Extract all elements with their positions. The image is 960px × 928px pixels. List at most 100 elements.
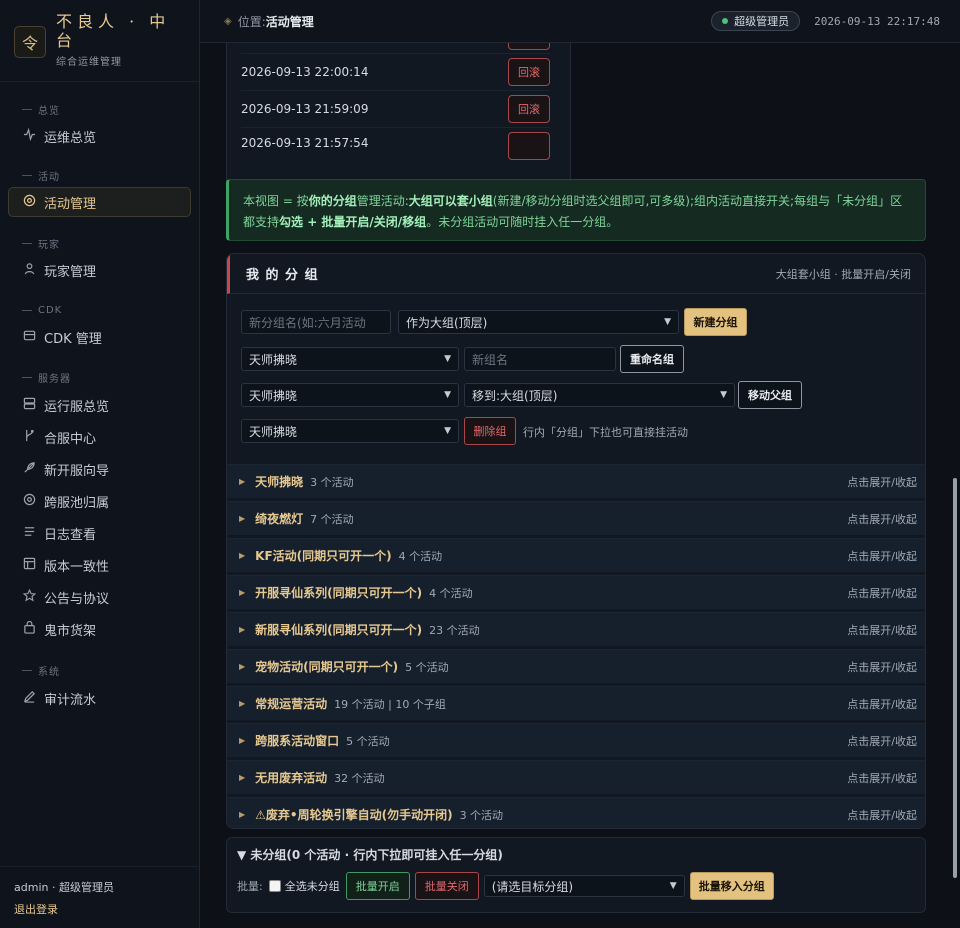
logout-link[interactable]: 退出登录: [14, 901, 58, 917]
caret-right-icon: ▶: [239, 477, 246, 486]
group-row[interactable]: ▶ 开服寻仙系列(同期只可开一个) 4 个活动 点击展开/收起: [227, 575, 925, 609]
group-toggle[interactable]: 点击展开/收起: [847, 474, 917, 490]
groups-hint: 大组套小组 · 批量开启/关闭: [775, 267, 911, 281]
nav-item-black-market[interactable]: 鬼市货架: [0, 614, 191, 644]
main-scrollbar[interactable]: [953, 478, 957, 878]
nav-item-new-server-wizard[interactable]: 新开服向导: [0, 454, 191, 484]
batch-move-button[interactable]: 批量移入分组: [689, 872, 774, 900]
nav-item-activity-mgmt[interactable]: 活动管理: [8, 187, 191, 217]
caret-right-icon: ▶: [239, 588, 246, 597]
group-toggle[interactable]: 点击展开/收起: [847, 659, 917, 675]
nav-item-log-viewer[interactable]: 日志查看: [0, 518, 191, 548]
select-all-checkbox[interactable]: [268, 880, 281, 892]
move-parent-button[interactable]: 移动父组: [738, 381, 802, 409]
group-meta: 3 个活动: [310, 475, 354, 489]
nav-item-audit-log[interactable]: 审计流水: [0, 683, 191, 713]
group-row[interactable]: ▶ 无用废弃活动 32 个活动 点击展开/收起: [227, 760, 925, 794]
rollback-button[interactable]: 回滚: [508, 95, 550, 123]
group-toggle[interactable]: 点击展开/收起: [847, 696, 917, 712]
ungrouped-title[interactable]: ▼ 未分组(0 个活动 · 行内下拉即可挂入任一分组): [237, 846, 503, 863]
group-toggle[interactable]: 点击展开/收起: [847, 622, 917, 638]
nav-item-merge-center[interactable]: 合服中心: [0, 422, 191, 452]
nav-item-label: 版本一致性: [44, 559, 110, 575]
rename-group-button[interactable]: 重命名组: [620, 345, 684, 373]
group-meta: 7 个活动: [310, 512, 354, 526]
nav-item-running-servers[interactable]: 运行服总览: [0, 390, 191, 420]
brand-logo: 令: [14, 26, 46, 58]
nav-item-ops-overview[interactable]: 运维总览: [0, 121, 191, 151]
chevron-down-icon: ▼: [444, 354, 451, 364]
chevron-down-icon: ▼: [444, 390, 451, 400]
group-row[interactable]: ▶ ⚠废弃•周轮换引擎自动(勿手动开闭) 3 个活动 点击展开/收起: [227, 797, 925, 828]
pulse-icon: [22, 127, 36, 145]
nav-item-cross-server-pool[interactable]: 跨服池归属: [0, 486, 191, 516]
batch-label: 批量:: [237, 880, 263, 893]
move-group-select[interactable]: 天师拂晓 ▼: [241, 383, 459, 407]
group-name: 常规运营活动: [255, 697, 328, 711]
batch-enable-button[interactable]: 批量开启: [345, 872, 410, 900]
group-meta: 5 个活动: [405, 660, 449, 674]
nav-section-server: 服务器: [0, 368, 199, 386]
nav-item-label: 玩家管理: [44, 264, 97, 280]
caret-right-icon: ▶: [239, 514, 246, 523]
group-meta: 4 个活动: [398, 549, 443, 563]
history-row: 2026-09-13 22:00:14 回滚: [241, 54, 550, 91]
group-row[interactable]: ▶ KF活动(同期只可开一个) 4 个活动 点击展开/收起: [227, 538, 925, 572]
nav-section-system: 系统: [0, 661, 199, 679]
group-name: 绮夜燃灯: [255, 512, 304, 526]
group-meta: 23 个活动: [429, 623, 480, 637]
group-row[interactable]: ▶ 天师拂晓 3 个活动 点击展开/收起: [227, 464, 925, 498]
rollback-button[interactable]: [508, 132, 550, 160]
group-row[interactable]: ▶ 新服寻仙系列(同期只可开一个) 23 个活动 点击展开/收起: [227, 612, 925, 646]
group-toggle[interactable]: 点击展开/收起: [847, 511, 917, 527]
batch-disable-button[interactable]: 批量关闭: [414, 872, 479, 900]
group-row[interactable]: ▶ 绮夜燃灯 7 个活动 点击展开/收起: [227, 501, 925, 535]
role-badge: 超级管理员: [711, 11, 801, 31]
group-toggle[interactable]: 点击展开/收起: [847, 770, 917, 786]
new-group-name-input[interactable]: 新分组名(如:六月活动: [241, 310, 391, 334]
sidebar: 令 不良人 · 中台 综合运维管理 总览 运维总览 活动 活动管理 玩家 玩家管…: [0, 0, 200, 928]
server-icon: [22, 397, 36, 414]
nav-item-announcements[interactable]: 公告与协议: [0, 582, 191, 612]
box-icon: [22, 620, 36, 638]
datetime: 2026-09-13 22:17:48: [814, 14, 940, 28]
chevron-down-icon: ▼: [720, 390, 727, 400]
new-group-button[interactable]: 新建分组: [684, 308, 747, 336]
rollback-button[interactable]: [508, 43, 550, 50]
nav-item-version-consistency[interactable]: 版本一致性: [0, 550, 191, 580]
nav-item-player-mgmt[interactable]: 玩家管理: [0, 255, 191, 285]
group-toggle[interactable]: 点击展开/收起: [847, 585, 917, 601]
caret-right-icon: ▶: [239, 699, 246, 708]
brand: 令 不良人 · 中台 综合运维管理: [0, 0, 199, 82]
nav-item-label: 鬼市货架: [44, 623, 97, 639]
circle-icon: [22, 493, 36, 510]
group-row[interactable]: ▶ 常规运营活动 19 个活动 | 10 个子组 点击展开/收起: [227, 686, 925, 720]
parent-group-select[interactable]: 作为大组(顶层) ▼: [398, 310, 679, 334]
groups-title: 我 的 分 组: [246, 268, 319, 283]
nav-section-overview: 总览: [0, 100, 199, 118]
delete-group-select[interactable]: 天师拂晓 ▼: [241, 419, 459, 443]
location-icon: ◈: [224, 15, 232, 27]
main-content: 2026-09-13 22:00:14 回滚 2026-09-13 21:59:…: [200, 43, 947, 928]
group-row[interactable]: ▶ 宠物活动(同期只可开一个) 5 个活动 点击展开/收起: [227, 649, 925, 683]
group-meta: 19 个活动 | 10 个子组: [334, 697, 446, 711]
group-row[interactable]: ▶ 跨服系活动窗口 5 个活动 点击展开/收起: [227, 723, 925, 757]
brand-subtitle: 综合运维管理: [56, 57, 122, 68]
delete-group-note: 行内「分组」下拉也可直接挂活动: [523, 426, 688, 439]
target-group-select[interactable]: (请选目标分组) ▼: [483, 875, 685, 897]
rename-group-input[interactable]: 新组名: [464, 347, 616, 371]
move-target-select[interactable]: 移到:大组(顶层) ▼: [464, 383, 735, 407]
rollback-button[interactable]: 回滚: [508, 58, 550, 86]
rename-group-select[interactable]: 天师拂晓 ▼: [241, 347, 459, 371]
history-row: 2026-09-13 21:57:54: [241, 128, 550, 165]
sidebar-footer: admin · 超级管理员 退出登录: [0, 866, 200, 928]
delete-group-button[interactable]: 删除组: [464, 417, 516, 445]
select-all-label[interactable]: 全选未分组: [285, 878, 340, 894]
nav-item-cdk-mgmt[interactable]: CDK 管理: [0, 322, 191, 352]
nav-item-label: 运维总览: [44, 130, 97, 146]
group-toggle[interactable]: 点击展开/收起: [847, 733, 917, 749]
caret-right-icon: ▶: [239, 551, 246, 560]
group-toggle[interactable]: 点击展开/收起: [847, 548, 917, 564]
nav-item-label: 运行服总览: [44, 399, 110, 415]
group-toggle[interactable]: 点击展开/收起: [847, 807, 917, 823]
